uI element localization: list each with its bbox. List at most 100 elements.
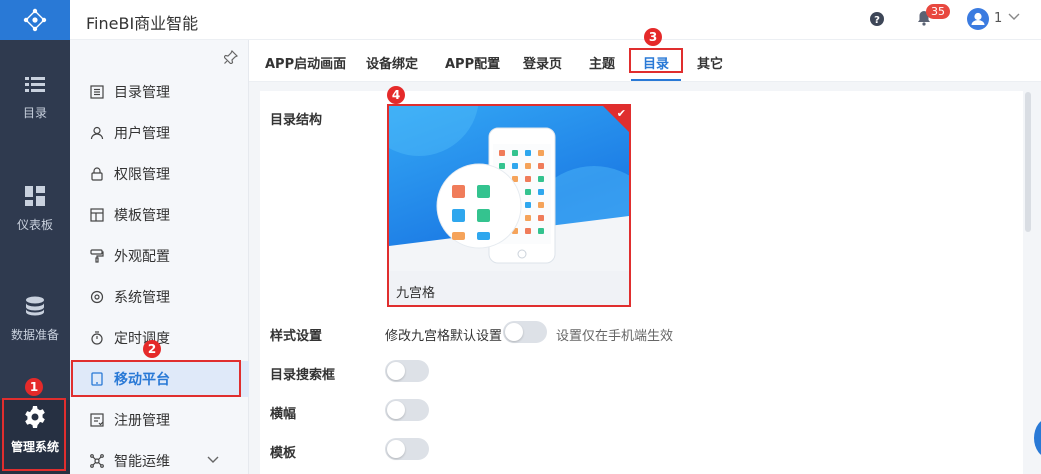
style-hint: 设置仅在手机端生效	[556, 329, 674, 344]
avatar[interactable]	[967, 8, 989, 30]
app-grid-tile	[512, 150, 518, 156]
app-grid-tile	[525, 176, 531, 182]
annotation-box-admin	[2, 398, 66, 471]
rail-item-catalog[interactable]: 目录	[0, 76, 70, 156]
pin-icon[interactable]	[224, 50, 238, 64]
menu-item-label: 模板管理	[114, 208, 170, 224]
rail-item-data-prep[interactable]: 数据准备	[0, 296, 70, 376]
menu-item-label: 目录管理	[114, 85, 170, 101]
tab-login-page[interactable]: 登录页	[523, 53, 562, 72]
banner-toggle[interactable]	[385, 399, 429, 421]
toggle-knob	[505, 323, 523, 341]
tab-app-splash[interactable]: APP启动画面	[265, 53, 346, 72]
card-caption: 九宫格	[396, 286, 436, 301]
menu-item-template[interactable]: 模板管理	[70, 197, 249, 233]
catalog-icon	[90, 85, 104, 99]
list-icon	[25, 77, 45, 92]
app-grid-tile	[538, 150, 544, 156]
app-grid-tile	[525, 202, 531, 208]
search-box-label: 目录搜索框	[270, 368, 336, 383]
chevron-down-icon[interactable]	[207, 456, 219, 464]
rail-label: 仪表板	[16, 218, 53, 232]
network-icon	[90, 454, 104, 468]
paint-roller-icon	[90, 249, 104, 263]
database-icon	[26, 296, 44, 316]
main-content: 目录结构 九宫格 ✔ 样式设置 修改九宫格默认设置 设置仅在手机端生效 目录搜索…	[249, 82, 1041, 474]
annotation-box-mobile	[71, 360, 241, 397]
menu-item-system[interactable]: 系统管理	[70, 279, 249, 315]
user-icon	[90, 126, 104, 140]
menu-item-appearance[interactable]: 外观配置	[70, 238, 249, 274]
menu-item-permission[interactable]: 权限管理	[70, 156, 249, 192]
app-window: 目录 仪表板 数据准备 管理系统 FineBI商业智能 ? 35 1 目录管理	[0, 0, 1041, 474]
annotation-marker-2: 2	[143, 340, 161, 358]
app-grid-tile	[538, 215, 544, 221]
toggle-knob	[387, 401, 405, 419]
app-logo[interactable]	[0, 0, 70, 40]
register-icon	[90, 413, 104, 427]
app-grid-tile	[525, 215, 531, 221]
tab-theme[interactable]: 主题	[589, 53, 615, 72]
app-grid-tile	[525, 150, 531, 156]
app-grid-tile	[538, 176, 544, 182]
style-settings-label: 样式设置	[270, 329, 323, 344]
checkmark-icon: ✔	[616, 107, 626, 120]
annotation-marker-3: 3	[644, 28, 662, 46]
app-grid-tile	[499, 163, 505, 169]
notification-badge: 35	[926, 4, 950, 19]
rail-label: 数据准备	[10, 328, 59, 342]
annotation-marker-1: 1	[25, 378, 43, 396]
user-name[interactable]: 1	[994, 11, 1002, 26]
grid-layout-card[interactable]: 九宫格 ✔	[387, 104, 631, 307]
catalog-structure-label: 目录结构	[270, 113, 323, 128]
content-scrollbar[interactable]	[1025, 92, 1031, 232]
timer-icon	[91, 331, 103, 345]
tab-app-config[interactable]: APP配置	[445, 53, 500, 72]
template-icon	[90, 208, 104, 222]
dashboard-icon	[25, 186, 45, 206]
menu-item-catalog[interactable]: 目录管理	[70, 74, 249, 110]
admin-menu: 目录管理 用户管理 权限管理 模板管理 外观配置 系统管理 定时调度 移动平台	[70, 40, 249, 474]
toggle-knob	[387, 362, 405, 380]
app-grid-tile	[512, 163, 518, 169]
menu-item-label: 权限管理	[114, 167, 170, 183]
rail-label: 目录	[22, 106, 47, 120]
template-label: 模板	[270, 446, 297, 461]
user-avatar-icon	[971, 12, 985, 25]
annotation-marker-4: 4	[387, 86, 405, 104]
help-icon[interactable]: ?	[869, 11, 885, 27]
tab-other[interactable]: 其它	[697, 53, 723, 72]
menu-item-user[interactable]: 用户管理	[70, 115, 249, 151]
toggle-knob	[387, 440, 405, 458]
app-grid-tile	[525, 189, 531, 195]
chevron-down-icon[interactable]	[1008, 13, 1020, 21]
search-box-toggle[interactable]	[385, 360, 429, 382]
menu-item-ops[interactable]: 智能运维	[70, 443, 249, 474]
svg-text:?: ?	[874, 15, 880, 26]
app-grid-tile	[525, 163, 531, 169]
menu-item-label: 智能运维	[114, 454, 170, 470]
logo-icon	[23, 8, 47, 32]
tab-device-binding[interactable]: 设备绑定	[366, 53, 418, 72]
annotation-box-catalog-tab	[629, 48, 683, 73]
phone-mockup-illustration	[389, 106, 629, 271]
menu-item-register[interactable]: 注册管理	[70, 402, 249, 438]
app-grid-tile	[525, 228, 531, 234]
settings-icon	[90, 290, 104, 304]
top-header: FineBI商业智能 ? 35 1	[70, 0, 1041, 40]
active-tab-indicator	[631, 79, 681, 81]
menu-item-label: 注册管理	[114, 413, 170, 429]
app-title: FineBI商业智能	[86, 14, 199, 33]
app-grid-tile	[538, 189, 544, 195]
menu-item-label: 系统管理	[114, 290, 170, 306]
style-toggle[interactable]	[503, 321, 547, 343]
template-toggle[interactable]	[385, 438, 429, 460]
settings-panel: 目录结构 九宫格 ✔ 样式设置 修改九宫格默认设置 设置仅在手机端生效 目录搜索…	[260, 91, 1023, 474]
app-grid-tile	[538, 163, 544, 169]
menu-item-label: 定时调度	[114, 331, 170, 347]
rail-item-dashboard[interactable]: 仪表板	[0, 186, 70, 266]
menu-item-label: 用户管理	[114, 126, 170, 142]
menu-item-label: 外观配置	[114, 249, 170, 265]
app-grid-tile	[538, 202, 544, 208]
lock-icon	[91, 167, 103, 181]
